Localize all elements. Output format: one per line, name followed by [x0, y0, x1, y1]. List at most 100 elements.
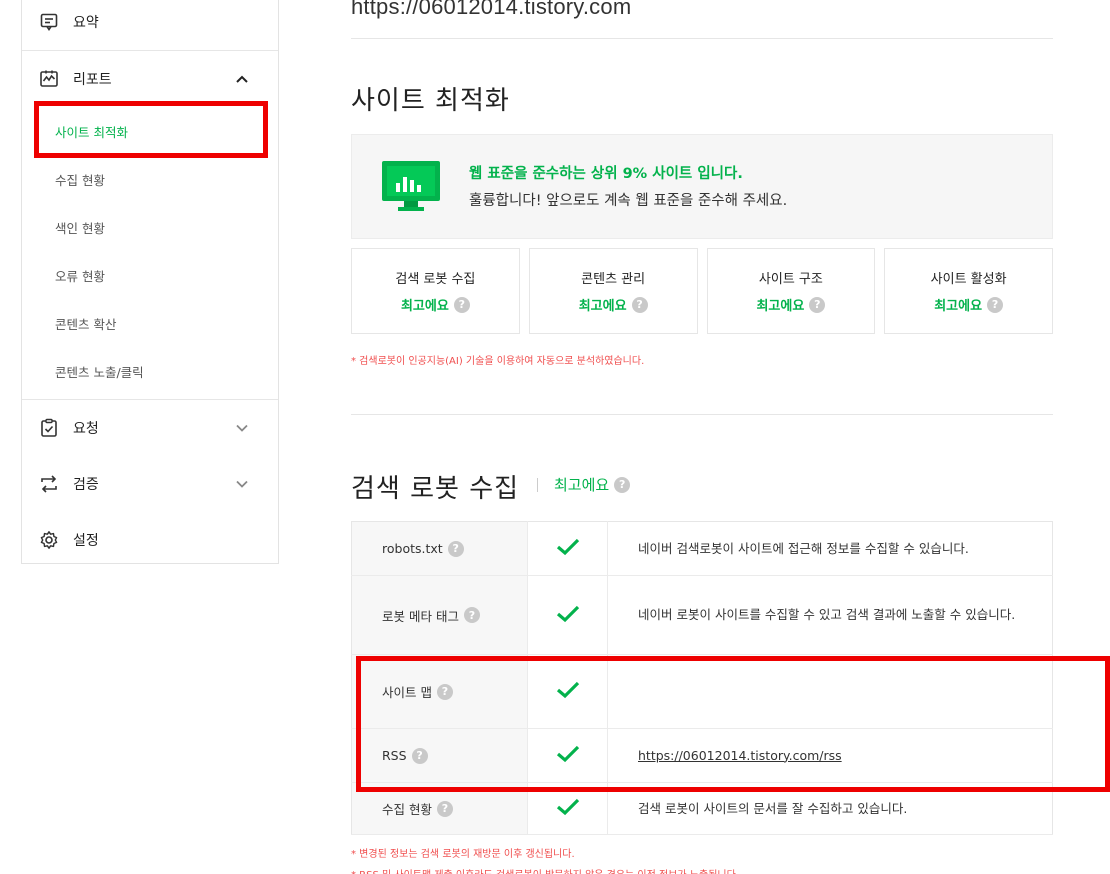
site-url: https://06012014.tistory.com: [351, 0, 632, 19]
ai-analysis-note: * 검색로봇이 인공지능(AI) 기술을 이용하여 자동으로 분석하였습니다.: [351, 356, 645, 367]
divider: [351, 38, 1053, 39]
report-icon: [39, 69, 59, 89]
status-cell: [527, 782, 608, 835]
notice-box: 웹 표준을 준수하는 상위 9% 사이트 입니다. 훌륭합니다! 앞으로도 계속…: [351, 134, 1053, 239]
row-desc: [607, 654, 1053, 729]
row-label: robots.txt: [382, 541, 443, 556]
sidebar-item-verify[interactable]: 검증: [22, 456, 278, 512]
check-icon: [556, 681, 579, 699]
sidebar-item-settings[interactable]: 설정: [22, 512, 278, 568]
settings-icon: [39, 530, 59, 550]
sidebar-item-label: 리포트: [73, 72, 112, 88]
check-icon: [556, 745, 579, 763]
sidebar-item-crawl-status[interactable]: 수집 현황: [22, 155, 278, 203]
score-card-structure: 사이트 구조 최고에요?: [706, 248, 876, 334]
row-desc: 네이버 검색로봇이 사이트에 접근해 정보를 수집할 수 있습니다.: [607, 521, 1053, 576]
sidebar-item-request[interactable]: 요청: [22, 400, 278, 456]
rss-link[interactable]: https://06012014.tistory.com/rss: [638, 748, 842, 763]
grade-text: 최고에요: [578, 299, 627, 314]
help-icon[interactable]: ?: [436, 800, 453, 817]
score-cards: 검색 로봇 수집 최고에요? 콘텐츠 관리 최고에요? 사이트 구조 최고에요?…: [351, 248, 1053, 334]
help-icon[interactable]: ?: [809, 296, 826, 313]
notice-headline: 웹 표준을 준수하는 상위 9% 사이트 입니다.: [469, 166, 743, 182]
check-icon: [556, 798, 579, 816]
section-grade: 최고에요 ?: [537, 474, 631, 495]
card-grade: 최고에요?: [934, 295, 1004, 314]
page-title: 사이트 최적화: [351, 86, 510, 116]
score-card-content: 콘텐츠 관리 최고에요?: [528, 248, 698, 334]
row-label-cell: 사이트 맵?: [351, 654, 528, 729]
sidebar-item-index-status[interactable]: 색인 현황: [22, 203, 278, 251]
sidebar-item-content-spread[interactable]: 콘텐츠 확산: [22, 299, 278, 347]
row-label-cell: robots.txt?: [351, 521, 528, 576]
status-cell: [527, 521, 608, 576]
help-icon[interactable]: ?: [411, 747, 428, 764]
help-icon[interactable]: ?: [453, 296, 470, 313]
sidebar-item-content-exposure[interactable]: 콘텐츠 노출/클릭: [22, 347, 278, 395]
table-row: robots.txt? 네이버 검색로봇이 사이트에 접근해 정보를 수집할 수…: [351, 521, 1053, 576]
help-icon[interactable]: ?: [987, 296, 1004, 313]
report-submenu: 사이트 최적화 수집 현황 색인 현황 오류 현황 콘텐츠 확산 콘텐츠 노출/…: [22, 107, 278, 399]
nav-group-summary: 요약: [22, 0, 278, 51]
help-icon[interactable]: ?: [463, 607, 480, 623]
nav-group-rest: 요청 검증 설정: [22, 400, 278, 568]
sidebar: 요약 리포트 사이트 최적화 수집 현황 색인 현황 오류 현황 콘텐츠 확산 …: [21, 0, 279, 564]
row-label-cell: RSS?: [351, 728, 528, 783]
card-title: 사이트 활성화: [930, 272, 1007, 287]
score-card-crawl: 검색 로봇 수집 최고에요?: [351, 248, 520, 334]
sidebar-item-label: 설정: [73, 533, 99, 549]
section-title-crawl: 검색 로봇 수집: [351, 474, 520, 504]
check-icon: [556, 538, 579, 556]
sidebar-item-summary[interactable]: 요약: [22, 0, 278, 50]
table-row: 수집 현황? 검색 로봇이 사이트의 문서를 잘 수집하고 있습니다.: [351, 782, 1053, 835]
sidebar-item-label: 검증: [73, 477, 99, 493]
status-cell: [527, 575, 608, 655]
sidebar-item-label: 요청: [73, 421, 99, 437]
card-title: 사이트 구조: [758, 272, 823, 287]
request-icon: [39, 418, 59, 438]
chevron-down-icon[interactable]: [234, 476, 250, 492]
status-cell: [527, 728, 608, 783]
chevron-up-icon[interactable]: [234, 71, 250, 87]
divider: [351, 414, 1053, 415]
sidebar-item-report[interactable]: 리포트: [22, 51, 278, 107]
chevron-down-icon[interactable]: [234, 420, 250, 436]
grade-text: 최고에요: [756, 299, 805, 314]
grade-text: 최고에요: [934, 299, 983, 314]
grade-text: 최고에요: [400, 299, 449, 314]
nav-group-report: 리포트 사이트 최적화 수집 현황 색인 현황 오류 현황 콘텐츠 확산 콘텐츠…: [22, 51, 278, 400]
card-grade: 최고에요?: [401, 295, 470, 314]
sidebar-item-label: 요약: [73, 15, 99, 31]
sidebar-item-error-status[interactable]: 오류 현황: [22, 251, 278, 299]
footnote-refresh: * 변경된 정보는 검색 로봇의 재방문 이후 갱신됩니다.: [351, 849, 575, 860]
help-icon[interactable]: ?: [436, 683, 453, 700]
card-grade: 최고에요?: [756, 295, 826, 314]
row-desc: 네이버 로봇이 사이트를 수집할 수 있고 검색 결과에 노출할 수 있습니다.: [607, 575, 1053, 655]
notice-subtext: 훌륭합니다! 앞으로도 계속 웹 표준을 준수해 주세요.: [469, 193, 788, 209]
table-row: 로봇 메타 태그? 네이버 로봇이 사이트를 수집할 수 있고 검색 결과에 노…: [351, 575, 1053, 655]
score-card-activation: 사이트 활성화 최고에요?: [884, 248, 1053, 334]
card-title: 검색 로봇 수집: [395, 272, 476, 287]
card-title: 콘텐츠 관리: [581, 272, 646, 287]
row-label: 사이트 맵: [382, 685, 432, 700]
crawl-table: robots.txt? 네이버 검색로봇이 사이트에 접근해 정보를 수집할 수…: [351, 521, 1053, 835]
row-desc-cell: https://06012014.tistory.com/rss: [607, 728, 1053, 783]
verify-icon: [39, 474, 59, 494]
card-grade: 최고에요?: [579, 295, 648, 314]
row-label-cell: 수집 현황?: [351, 782, 528, 835]
row-label-cell: 로봇 메타 태그?: [351, 575, 528, 655]
help-icon[interactable]: ?: [447, 540, 464, 557]
table-row: 사이트 맵?: [351, 654, 1053, 729]
help-icon[interactable]: ?: [631, 296, 648, 313]
check-icon: [556, 605, 579, 622]
footnote-rss: * RSS 및 사이트맵 제출 이후라도 검색로봇이 방문하지 않은 경우는 이…: [351, 866, 739, 874]
sidebar-item-site-optimization[interactable]: 사이트 최적화: [22, 107, 278, 155]
separator: [537, 477, 538, 492]
row-label: RSS: [382, 748, 407, 763]
row-label: 수집 현황: [382, 802, 432, 817]
help-icon[interactable]: ?: [614, 476, 631, 493]
monitor-chart-icon: [382, 161, 440, 213]
row-desc: 검색 로봇이 사이트의 문서를 잘 수집하고 있습니다.: [607, 782, 1053, 835]
summary-icon: [39, 12, 59, 32]
row-label: 로봇 메타 태그: [382, 608, 459, 624]
